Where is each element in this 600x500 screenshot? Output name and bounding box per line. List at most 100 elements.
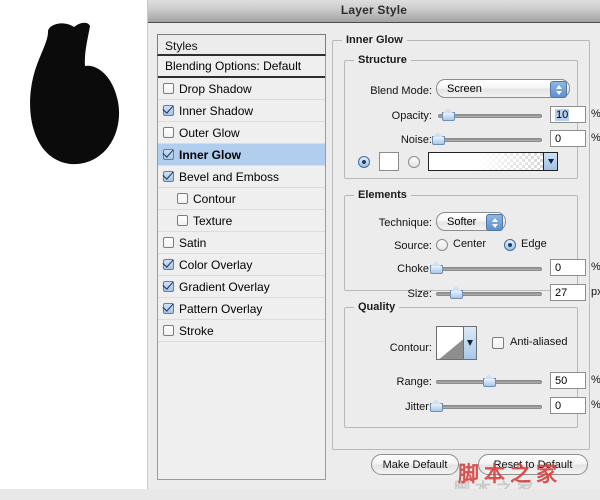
blend-mode-select[interactable]: Screen — [436, 79, 570, 98]
stroke-checkbox[interactable] — [163, 325, 174, 336]
bevel-and-emboss-checkbox[interactable] — [163, 171, 174, 182]
opacity-slider-knob[interactable] — [442, 109, 455, 121]
structure-group-title: Structure — [354, 54, 411, 66]
list-item-contour[interactable]: Contour — [158, 188, 325, 210]
color-overlay-checkbox[interactable] — [163, 259, 174, 270]
outer-glow-checkbox[interactable] — [163, 127, 174, 138]
noise-slider-knob[interactable] — [432, 133, 445, 145]
chevron-down-icon[interactable] — [543, 153, 557, 170]
list-item-label: Stroke — [179, 324, 214, 338]
jitter-input[interactable]: 0 — [550, 397, 586, 414]
technique-value: Softer — [447, 216, 476, 228]
gradient-overlay-checkbox[interactable] — [163, 281, 174, 292]
size-slider-knob[interactable] — [450, 287, 463, 299]
range-slider-knob[interactable] — [483, 375, 496, 387]
list-item-label: Inner Glow — [179, 148, 241, 162]
list-item-label: Inner Shadow — [179, 104, 253, 118]
size-unit: px — [591, 286, 600, 298]
opacity-unit: % — [591, 108, 600, 120]
source-edge-radio[interactable] — [504, 239, 516, 251]
choke-input[interactable]: 0 — [550, 259, 586, 276]
list-item-label: Outer Glow — [179, 126, 240, 140]
source-center-radio[interactable] — [436, 239, 448, 251]
chevron-updown-icon[interactable] — [486, 214, 503, 231]
list-item-gradient-overlay[interactable]: Gradient Overlay — [158, 276, 325, 298]
jitter-slider[interactable] — [436, 400, 542, 414]
glow-color-swatch[interactable] — [379, 152, 399, 171]
choke-slider-knob[interactable] — [430, 262, 443, 274]
jitter-slider-track[interactable] — [436, 405, 542, 409]
screenshot-root: Layer Style Styles Blending Options: Def… — [0, 0, 600, 500]
list-item-label: Texture — [193, 214, 232, 228]
list-item-inner-glow[interactable]: Inner Glow — [158, 144, 325, 166]
choke-value: 0 — [555, 262, 561, 274]
list-item-texture[interactable]: Texture — [158, 210, 325, 232]
chevron-updown-icon[interactable] — [550, 81, 567, 98]
anti-aliased-checkbox[interactable] — [492, 337, 504, 349]
list-item-stroke[interactable]: Stroke — [158, 320, 325, 342]
noise-slider-track[interactable] — [438, 138, 542, 142]
size-slider[interactable] — [436, 287, 542, 301]
contour-checkbox[interactable] — [177, 193, 188, 204]
texture-checkbox[interactable] — [177, 215, 188, 226]
contour-label: Contour: — [390, 342, 432, 354]
choke-unit: % — [591, 261, 600, 273]
dialog-titlebar[interactable]: Layer Style — [148, 0, 600, 23]
inner-glow-checkbox[interactable] — [163, 149, 174, 160]
size-value: 27 — [555, 287, 567, 299]
list-item-bevel-and-emboss[interactable]: Bevel and Emboss — [158, 166, 325, 188]
satin-checkbox[interactable] — [163, 237, 174, 248]
elements-group-title: Elements — [354, 189, 411, 201]
range-input[interactable]: 50 — [550, 372, 586, 389]
bottom-strip — [0, 489, 600, 500]
list-item-outer-glow[interactable]: Outer Glow — [158, 122, 325, 144]
dialog-body: Styles Blending Options: Default Drop Sh… — [148, 23, 600, 500]
jitter-slider-knob[interactable] — [430, 400, 443, 412]
anti-aliased-label: Anti-aliased — [510, 336, 567, 348]
noise-slider[interactable] — [438, 133, 542, 147]
inner-shadow-checkbox[interactable] — [163, 105, 174, 116]
chevron-down-icon[interactable] — [463, 327, 476, 359]
fill-gradient-radio[interactable] — [408, 156, 420, 168]
range-slider[interactable] — [436, 375, 542, 389]
opacity-slider[interactable] — [438, 109, 542, 123]
list-item-color-overlay[interactable]: Color Overlay — [158, 254, 325, 276]
styles-panel-header[interactable]: Styles — [157, 34, 326, 56]
technique-select[interactable]: Softer — [436, 212, 506, 231]
drop-shadow-checkbox[interactable] — [163, 83, 174, 94]
size-input[interactable]: 27 — [550, 284, 586, 301]
opacity-value: 10 — [555, 109, 569, 121]
choke-slider-track[interactable] — [436, 267, 542, 271]
dialog-title: Layer Style — [148, 3, 600, 17]
size-label: Size: — [408, 288, 432, 300]
opacity-label: Opacity: — [392, 110, 432, 122]
list-item-blending-options[interactable]: Blending Options: Default — [158, 56, 325, 78]
styles-list[interactable]: Blending Options: Default Drop Shadow In… — [157, 56, 326, 480]
fill-color-radio[interactable] — [358, 156, 370, 168]
list-item-label: Contour — [193, 192, 236, 206]
choke-label: Choke: — [397, 263, 432, 275]
noise-label: Noise: — [401, 134, 432, 146]
choke-slider[interactable] — [436, 262, 542, 276]
inner-glow-settings-pane: Inner Glow Structure Blend Mode: Screen … — [332, 34, 590, 492]
pattern-overlay-checkbox[interactable] — [163, 303, 174, 314]
range-label: Range: — [397, 376, 432, 388]
canvas-area — [0, 0, 148, 500]
list-item-label: Drop Shadow — [179, 82, 252, 96]
opacity-input[interactable]: 10 — [550, 106, 586, 123]
list-item-label: Satin — [179, 236, 206, 250]
technique-label: Technique: — [379, 217, 432, 229]
list-item-label: Pattern Overlay — [179, 302, 262, 316]
list-item-drop-shadow[interactable]: Drop Shadow — [158, 78, 325, 100]
reset-to-default-button[interactable]: Reset to Default — [478, 454, 588, 475]
list-item-satin[interactable]: Satin — [158, 232, 325, 254]
make-default-button[interactable]: Make Default — [371, 454, 459, 475]
noise-input[interactable]: 0 — [550, 130, 586, 147]
list-item-pattern-overlay[interactable]: Pattern Overlay — [158, 298, 325, 320]
gradient-preview[interactable] — [428, 152, 558, 171]
list-item-inner-shadow[interactable]: Inner Shadow — [158, 100, 325, 122]
quality-group-title: Quality — [354, 301, 399, 313]
contour-preset-thumbnail[interactable] — [436, 326, 477, 360]
blend-mode-label: Blend Mode: — [370, 85, 432, 97]
black-blob-shape-icon — [18, 18, 128, 178]
